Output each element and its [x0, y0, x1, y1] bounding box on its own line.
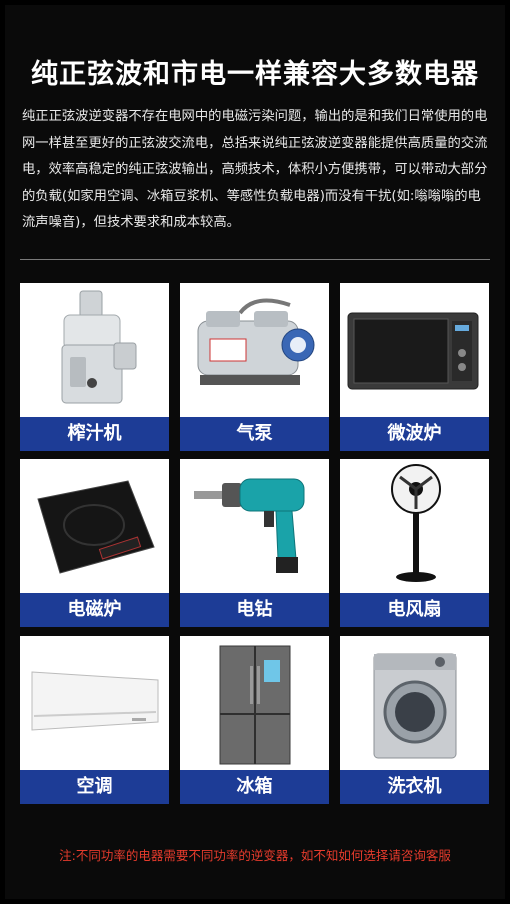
appliance-label: 榨汁机: [20, 417, 169, 451]
appliance-label: 洗衣机: [340, 770, 489, 804]
divider: [20, 259, 490, 260]
appliance-label: 电磁炉: [20, 593, 169, 627]
footer-note: 注:不同功率的电器需要不同功率的逆变器，如不知如何选择请咨询客服: [59, 848, 451, 863]
appliance-card-washing-machine: 洗衣机: [340, 636, 489, 804]
electric-fan-icon: [391, 464, 441, 582]
appliance-label: 冰箱: [180, 770, 329, 804]
air-pump-icon: [197, 298, 315, 385]
appliance-card-air-pump: 气泵: [180, 283, 329, 451]
appliance-card-electric-drill: 电钻: [180, 459, 329, 627]
induction-cooker-icon: [37, 480, 155, 574]
juicer-icon: [61, 290, 137, 404]
page-title: 纯正弦波和市电一样兼容大多数电器: [31, 59, 479, 90]
appliance-label: 微波炉: [340, 417, 489, 451]
appliance-label: 电钻: [180, 593, 329, 627]
appliance-label: 空调: [20, 770, 169, 804]
appliance-label: 气泵: [180, 417, 329, 451]
appliance-card-refrigerator: 冰箱: [180, 636, 329, 804]
microwave-icon: [347, 312, 479, 390]
appliance-card-electric-fan: 电风扇: [340, 459, 489, 627]
electric-drill-icon: [194, 478, 305, 573]
air-conditioner-icon: [31, 671, 159, 731]
appliance-label: 电风扇: [340, 593, 489, 627]
description-text: 纯正正弦波逆变器不存在电网中的电磁污染问题，输出的是和我们日常使用的电网一样甚至…: [22, 109, 488, 230]
washing-machine-icon: [373, 653, 457, 759]
appliance-card-air-conditioner: 空调: [20, 636, 169, 804]
appliance-card-juicer: 榨汁机: [20, 283, 169, 451]
refrigerator-icon: [219, 645, 291, 765]
appliance-card-induction-cooker: 电磁炉: [20, 459, 169, 627]
appliance-card-microwave: 微波炉: [340, 283, 489, 451]
